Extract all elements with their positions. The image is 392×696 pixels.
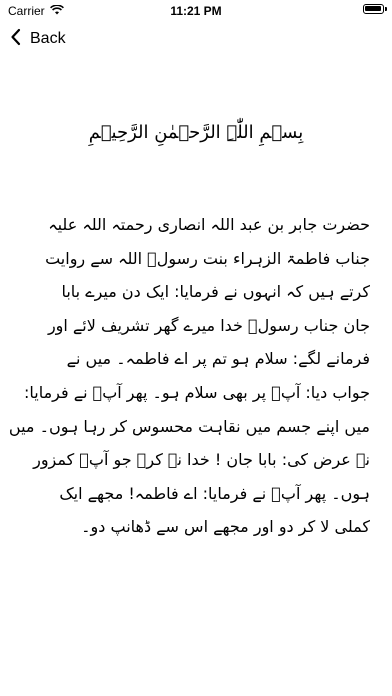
text-line: نے عرض کی: بابا جان ! خدا نہ کرے جو آپؐ … — [33, 450, 370, 470]
text-line: کرتے ہیں کہ انہوں نے فرمایا: ایک دن میرے… — [61, 282, 370, 302]
text-line: کملی لا کر دو اور مجھے اس سے ڈھانپ دو۔ — [81, 517, 370, 537]
navigation-bar: Back — [0, 22, 392, 60]
back-label: Back — [30, 30, 66, 47]
bismillah-heading: بِسۡمِ اللّٰہِ الرَّحۡمٰنِ الرَّحِیۡمِ — [88, 122, 304, 143]
reading-content[interactable]: بِسۡمِ اللّٰہِ الرَّحۡمٰنِ الرَّحِیۡمِ ح… — [0, 60, 392, 696]
text-line: میں اپنے جسم میں نقاہت محسوس کر رہا ہوں۔… — [8, 416, 370, 436]
text-line: جان جناب رسولؐ خدا میرے گھر تشریف لائے ا… — [47, 315, 370, 335]
status-bar: Carrier 11:21 PM — [0, 0, 392, 22]
text-line: جواب دیا: آپؐ پر بھی سلام ہو۔ پھر آپؐ نے… — [23, 382, 370, 402]
status-time: 11:21 PM — [170, 4, 222, 18]
text-line: ہوں۔ پھر آپؐ نے فرمایا: اے فاطمہ! مجھے ا… — [59, 483, 370, 503]
text-line: حضرت جابر بن عبد اللہ انصاری رحمتہ اللہ … — [48, 215, 370, 234]
text-line: جناب فاطمۃ الزہراء بنت رسولؐ اللہ سے روا… — [45, 248, 370, 268]
text-line: فرمانے لگے: سلام ہو تم پر اے فاطمہ۔ میں … — [66, 349, 370, 369]
back-button[interactable]: Back — [10, 28, 66, 50]
hadith-text: حضرت جابر بن عبد اللہ انصاری رحمتہ اللہ … — [8, 208, 370, 544]
chevron-left-icon — [10, 28, 22, 50]
status-right — [363, 4, 387, 14]
battery-icon — [363, 4, 387, 14]
